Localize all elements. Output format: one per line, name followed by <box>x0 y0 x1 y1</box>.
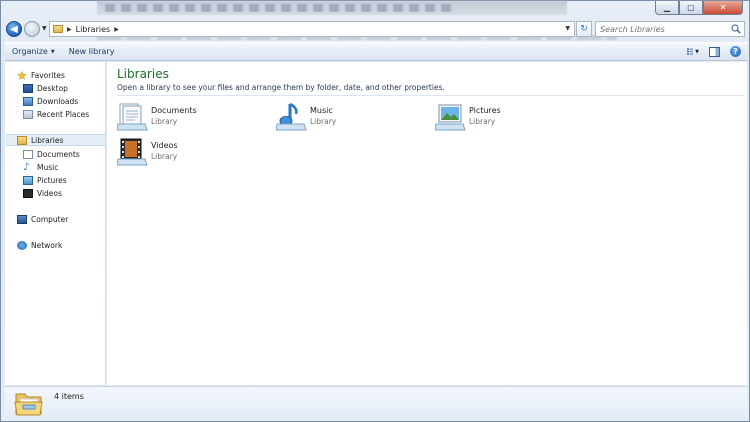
nav-item-pictures[interactable]: Pictures <box>23 174 67 186</box>
nav-favorites[interactable]: Favorites <box>17 69 65 81</box>
navigation-pane: Favorites Desktop Downloads Recent Place… <box>5 62 106 385</box>
downloads-icon <box>23 96 33 106</box>
address-history-dropdown[interactable]: ▼ <box>565 25 570 32</box>
preview-pane-button[interactable] <box>709 46 720 57</box>
library-item-pictures[interactable]: Pictures Library <box>435 102 585 132</box>
videos-library-icon <box>117 138 148 166</box>
refresh-button[interactable]: ↻ <box>576 21 592 37</box>
recent-places-icon <box>23 109 33 119</box>
library-kind: Library <box>151 117 178 126</box>
nav-videos-label: Videos <box>37 188 62 198</box>
organize-label: Organize <box>12 47 48 56</box>
command-bar: Organize ▼ New library ▼ ? <box>5 42 747 61</box>
pictures-library-icon <box>435 104 466 131</box>
breadcrumb-libraries[interactable]: Libraries <box>76 25 111 34</box>
command-bar-right: ▼ ? <box>687 46 741 57</box>
libraries-folder-icon <box>14 393 43 416</box>
back-arrow-icon: ◀ <box>10 23 18 35</box>
nav-documents-label: Documents <box>37 149 80 159</box>
minimize-button[interactable]: ▁ <box>655 1 679 15</box>
nav-music-label: Music <box>37 162 59 172</box>
views-icon <box>687 48 694 55</box>
nav-recent-places-label: Recent Places <box>37 109 90 119</box>
desktop-icon <box>23 83 33 93</box>
help-icon: ? <box>733 47 738 56</box>
content-pane: Libraries Open a library to see your fil… <box>107 62 747 385</box>
background-app-toolbar <box>97 1 567 15</box>
library-item-videos[interactable]: Videos Library <box>117 137 267 167</box>
videos-icon <box>23 188 33 198</box>
nav-item-documents[interactable]: Documents <box>23 148 80 160</box>
library-kind: Library <box>310 117 337 126</box>
nav-libraries-label: Libraries <box>31 135 64 145</box>
new-library-label: New library <box>68 47 115 56</box>
nav-network-label: Network <box>31 240 63 250</box>
nav-item-videos[interactable]: Videos <box>23 187 62 199</box>
organize-button[interactable]: Organize ▼ <box>5 47 62 56</box>
library-name: Documents <box>151 106 197 115</box>
title-divider <box>117 95 745 96</box>
documents-library-icon <box>117 103 148 131</box>
maximize-button[interactable]: ▢ <box>679 1 703 15</box>
close-button[interactable]: ✕ <box>703 1 743 15</box>
nav-pictures-label: Pictures <box>37 175 67 185</box>
pictures-icon <box>23 175 33 185</box>
nav-favorites-label: Favorites <box>31 70 65 80</box>
chevron-down-icon[interactable]: ▼ <box>695 49 699 55</box>
nav-item-downloads[interactable]: Downloads <box>23 95 78 107</box>
chevron-down-icon: ▼ <box>50 48 55 55</box>
breadcrumb-arrow-icon[interactable]: ▶ <box>114 26 119 33</box>
new-library-button[interactable]: New library <box>62 47 122 56</box>
details-pane: 4 items <box>5 386 747 418</box>
help-button[interactable]: ? <box>730 46 741 57</box>
nav-computer-label: Computer <box>31 214 69 224</box>
nav-item-music[interactable]: ♪ Music <box>23 161 58 173</box>
recent-pages-dropdown[interactable]: ▼ <box>42 25 47 32</box>
address-bar[interactable]: ▶ Libraries ▶ ▼ <box>49 21 575 37</box>
documents-icon <box>23 149 33 159</box>
library-name: Pictures <box>469 106 501 115</box>
library-item-music[interactable]: Music Library <box>276 102 426 132</box>
nav-network[interactable]: Network <box>17 239 62 251</box>
music-library-icon <box>276 102 307 131</box>
page-title: Libraries <box>117 67 169 81</box>
libraries-icon <box>17 135 27 145</box>
search-input[interactable] <box>600 24 728 34</box>
nav-item-desktop[interactable]: Desktop <box>23 82 68 94</box>
nav-computer[interactable]: Computer <box>17 213 68 225</box>
network-icon <box>17 240 27 250</box>
libraries-folder-icon <box>53 25 63 33</box>
change-view-button[interactable]: ▼ <box>687 47 699 57</box>
nav-downloads-label: Downloads <box>37 96 79 106</box>
forward-button[interactable] <box>24 21 40 37</box>
refresh-icon: ↻ <box>580 24 588 34</box>
library-name: Music <box>310 106 333 115</box>
computer-icon <box>17 214 27 224</box>
explorer-window: ▁ ▢ ✕ ◀ ▼ ▶ Libraries ▶ ▼ ↻ Organize ▼ N… <box>0 0 750 422</box>
library-kind: Library <box>469 117 496 126</box>
search-box[interactable] <box>595 21 745 37</box>
library-kind: Library <box>151 152 178 161</box>
library-name: Videos <box>151 141 178 150</box>
breadcrumb-arrow-icon[interactable]: ▶ <box>67 26 72 33</box>
page-subtitle: Open a library to see your files and arr… <box>117 83 445 92</box>
caption-buttons: ▁ ▢ ✕ <box>655 1 743 15</box>
library-item-documents[interactable]: Documents Library <box>117 102 267 132</box>
search-icon[interactable] <box>731 24 741 34</box>
item-count: 4 items <box>54 392 84 401</box>
music-note-icon: ♪ <box>23 161 30 173</box>
back-button[interactable]: ◀ <box>6 21 22 37</box>
nav-desktop-label: Desktop <box>37 83 68 93</box>
nav-libraries[interactable]: Libraries <box>6 134 105 146</box>
star-icon <box>17 70 27 80</box>
nav-item-recent-places[interactable]: Recent Places <box>23 108 89 120</box>
